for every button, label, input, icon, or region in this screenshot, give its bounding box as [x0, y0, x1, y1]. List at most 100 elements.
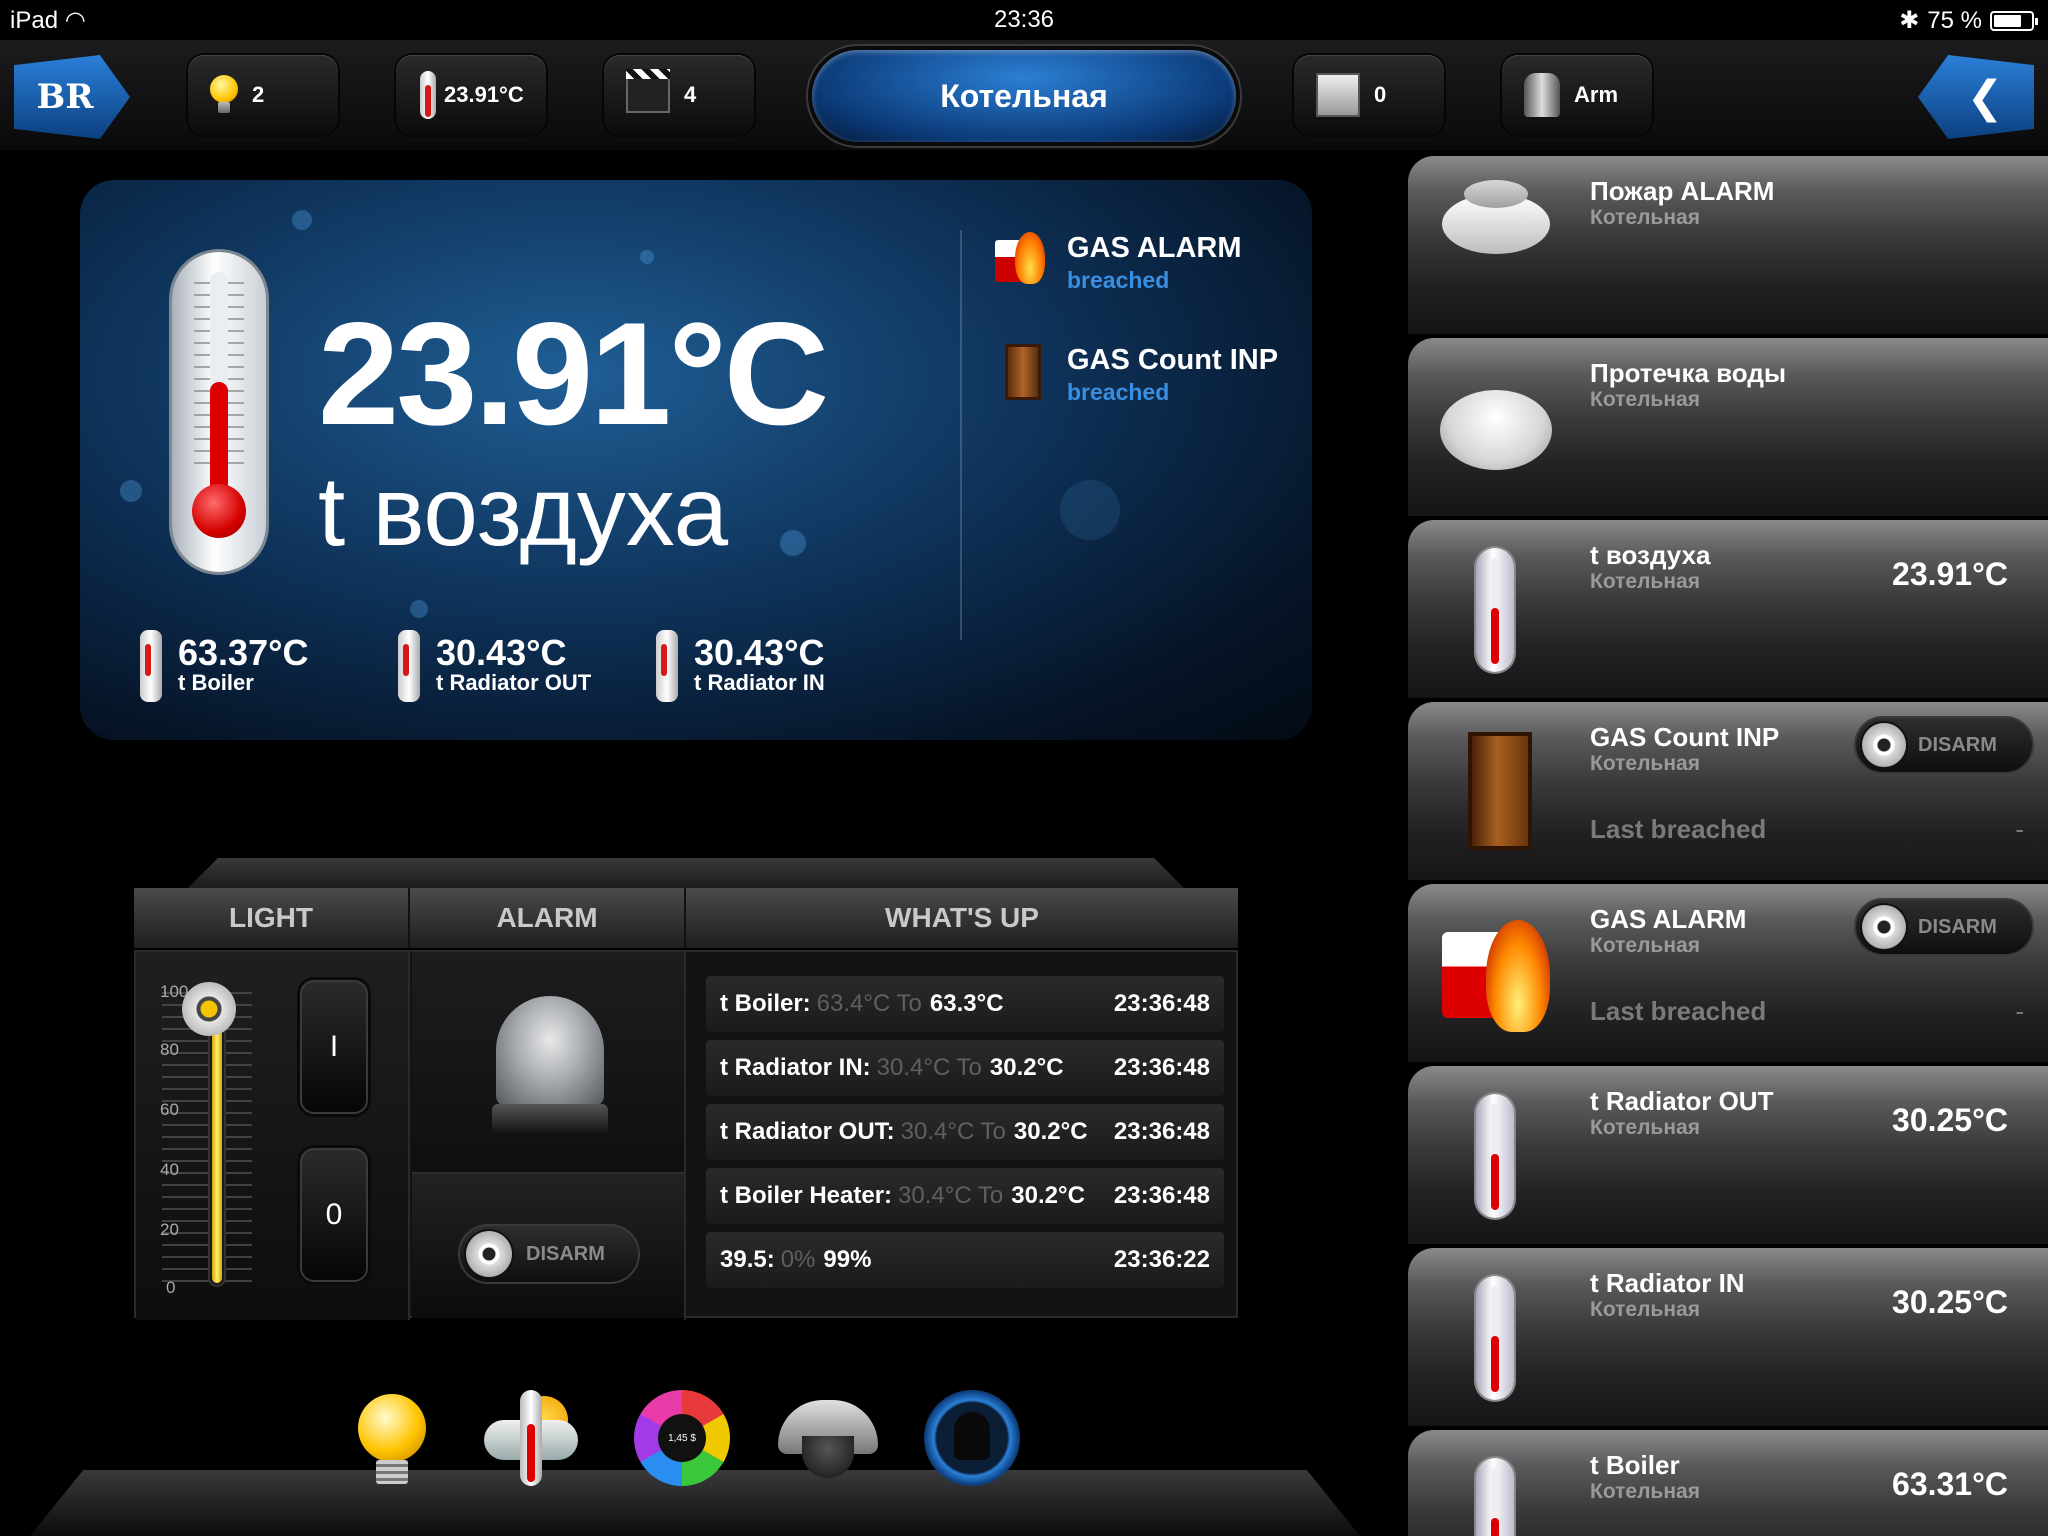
- toggle-knob: [1862, 723, 1906, 767]
- event-to: 99%: [823, 1246, 872, 1273]
- event-name: t Boiler Heater:: [720, 1182, 893, 1209]
- event-to: 30.2°C: [1013, 1118, 1088, 1145]
- tab-whats-up[interactable]: WHAT'S UP: [686, 888, 1238, 948]
- bluetooth-icon: ✱: [1899, 7, 1920, 34]
- hero-temperature: 23.91°C: [318, 292, 829, 455]
- room-title-label: Котельная: [940, 77, 1108, 114]
- thermometer-icon: [1476, 548, 1514, 672]
- scenes-button[interactable]: 4: [604, 55, 754, 135]
- bokeh-dot: [780, 530, 806, 556]
- event-row: t Radiator OUT: 30.4°C To 30.2°C 23:36:4…: [706, 1104, 1224, 1160]
- sensor-radiator-out[interactable]: 30.43°C t Radiator OUT: [398, 630, 598, 702]
- device-value: 23.91°C: [1892, 556, 2008, 592]
- home-button[interactable]: BR: [14, 55, 130, 139]
- security-arm-icon: [1524, 73, 1560, 117]
- light-off-button[interactable]: 0: [300, 1148, 368, 1282]
- device-room: Котельная: [1590, 1116, 1700, 1139]
- large-thermometer-icon: [172, 252, 266, 572]
- event-row: t Radiator IN: 30.4°C To 30.2°C 23:36:48: [706, 1040, 1224, 1096]
- device-water-leak[interactable]: Протечка воды Котельная: [1408, 338, 2048, 516]
- sensor-value: 30.43°C: [436, 632, 567, 673]
- bulb-icon: [210, 75, 238, 115]
- device-room: Котельная: [1590, 1480, 1700, 1503]
- event-row: 39.5: 0% 99% 23:36:22: [706, 1232, 1224, 1288]
- device-value: 30.25°C: [1892, 1102, 2008, 1138]
- sensor-value: 63.37°C: [178, 632, 309, 673]
- battery-percent: 75 %: [1927, 6, 1982, 34]
- device-radiator-in[interactable]: t Radiator IN Котельная 30.25°C: [1408, 1248, 2048, 1426]
- security-icon[interactable]: [924, 1390, 1020, 1486]
- lighting-icon[interactable]: [348, 1390, 444, 1490]
- status-bar: iPad ◠ 23:36 ✱ 75 %: [0, 0, 2048, 40]
- divider: [960, 230, 962, 640]
- device-list[interactable]: Пожар ALARM Котельная Протечка воды Коте…: [1408, 156, 2048, 1536]
- alert-status: breached: [1067, 379, 1170, 405]
- light-panel: 100 80 60 40 20 0 I 0: [136, 952, 410, 1320]
- event-name: t Radiator OUT:: [720, 1118, 895, 1145]
- light-on-button[interactable]: I: [300, 980, 368, 1114]
- fire-alarm-icon: [1442, 920, 1554, 1032]
- disarm-toggle[interactable]: DISARM: [1854, 716, 2034, 774]
- wifi-icon: ◠: [64, 7, 86, 34]
- alert-title: GAS Count INP: [1067, 344, 1279, 376]
- event-name: 39.5:: [720, 1246, 775, 1273]
- toggle-label: DISARM: [1918, 915, 1997, 938]
- alert-gas-alarm[interactable]: GAS ALARM breached: [995, 232, 1242, 294]
- temperature-button[interactable]: 23.91°C: [396, 55, 546, 135]
- scale-label: 60: [160, 1100, 179, 1119]
- slider-knob[interactable]: [182, 982, 236, 1036]
- last-breached-value: -: [2015, 814, 2024, 844]
- device-name: t Radiator OUT: [1590, 1086, 1774, 1116]
- bokeh-dot: [120, 480, 142, 502]
- lights-button[interactable]: 2: [188, 55, 338, 135]
- sensor-label: t Radiator IN: [694, 670, 825, 695]
- dimmer-slider[interactable]: [208, 992, 226, 1287]
- alert-title: GAS ALARM: [1067, 232, 1242, 264]
- device-radiator-out[interactable]: t Radiator OUT Котельная 30.25°C: [1408, 1066, 2048, 1244]
- smoke-detector-icon: [1442, 176, 1550, 256]
- device-name: t воздуха: [1590, 540, 1711, 570]
- door-icon: [1005, 344, 1041, 400]
- device-gas-count[interactable]: GAS Count INP Котельная DISARM Last brea…: [1408, 702, 2048, 880]
- event-time: 23:36:48: [1113, 1054, 1210, 1081]
- arm-button[interactable]: Arm: [1502, 55, 1652, 135]
- last-breached-label: Last breached: [1590, 996, 1767, 1026]
- device-room: Котельная: [1590, 1298, 1700, 1321]
- thermometer-icon: [1476, 1094, 1514, 1218]
- alert-status: breached: [1067, 267, 1170, 293]
- thermometer-icon: [398, 630, 420, 702]
- device-smoke-alarm[interactable]: Пожар ALARM Котельная: [1408, 156, 2048, 334]
- tab-light[interactable]: LIGHT: [134, 888, 410, 948]
- shades-button[interactable]: 0: [1294, 55, 1444, 135]
- camera-icon[interactable]: [772, 1390, 884, 1490]
- scale-label: 80: [160, 1040, 179, 1059]
- thermometer-icon: [1476, 1458, 1514, 1536]
- sensor-boiler[interactable]: 63.37°C t Boiler: [140, 630, 340, 702]
- device-value: 30.25°C: [1892, 1284, 2008, 1320]
- device-room: Котельная: [1590, 206, 1700, 229]
- alert-gas-count[interactable]: GAS Count INP breached: [995, 344, 1278, 406]
- water-leak-sensor-icon: [1440, 390, 1552, 470]
- top-toolbar: BR 2 23.91°C 4 Котельная 0 Arm ❮: [0, 40, 2048, 150]
- event-to: 63.3°C: [929, 990, 1004, 1017]
- sensor-radiator-in[interactable]: 30.43°C t Radiator IN: [656, 630, 856, 702]
- control-console: LIGHT ALARM WHAT'S UP 100 80 60 40 20 0 …: [134, 858, 1238, 1320]
- tab-alarm[interactable]: ALARM: [410, 888, 686, 948]
- device-boiler[interactable]: t Boiler Котельная 63.31°C: [1408, 1430, 2048, 1536]
- alarm-panel: DISARM: [412, 952, 686, 1320]
- climate-icon[interactable]: [484, 1390, 580, 1490]
- home-logo-icon: BR: [36, 77, 94, 117]
- toggle-knob: [466, 1231, 512, 1277]
- energy-cost: 1,45 $: [658, 1414, 706, 1462]
- console-header: LIGHT ALARM WHAT'S UP: [134, 888, 1238, 950]
- event-time: 23:36:48: [1113, 990, 1210, 1017]
- alarm-disarm-toggle[interactable]: DISARM: [458, 1224, 640, 1284]
- back-button[interactable]: ❮: [1918, 55, 2034, 139]
- scale-label: 40: [160, 1160, 179, 1179]
- disarm-toggle[interactable]: DISARM: [1854, 898, 2034, 956]
- event-to: 30.2°C: [989, 1054, 1064, 1081]
- room-title[interactable]: Котельная: [812, 50, 1236, 142]
- device-air-temperature[interactable]: t воздуха Котельная 23.91°C: [1408, 520, 2048, 698]
- device-gas-alarm[interactable]: GAS ALARM Котельная DISARM Last breached…: [1408, 884, 2048, 1062]
- energy-icon[interactable]: 1,45 $: [634, 1390, 730, 1486]
